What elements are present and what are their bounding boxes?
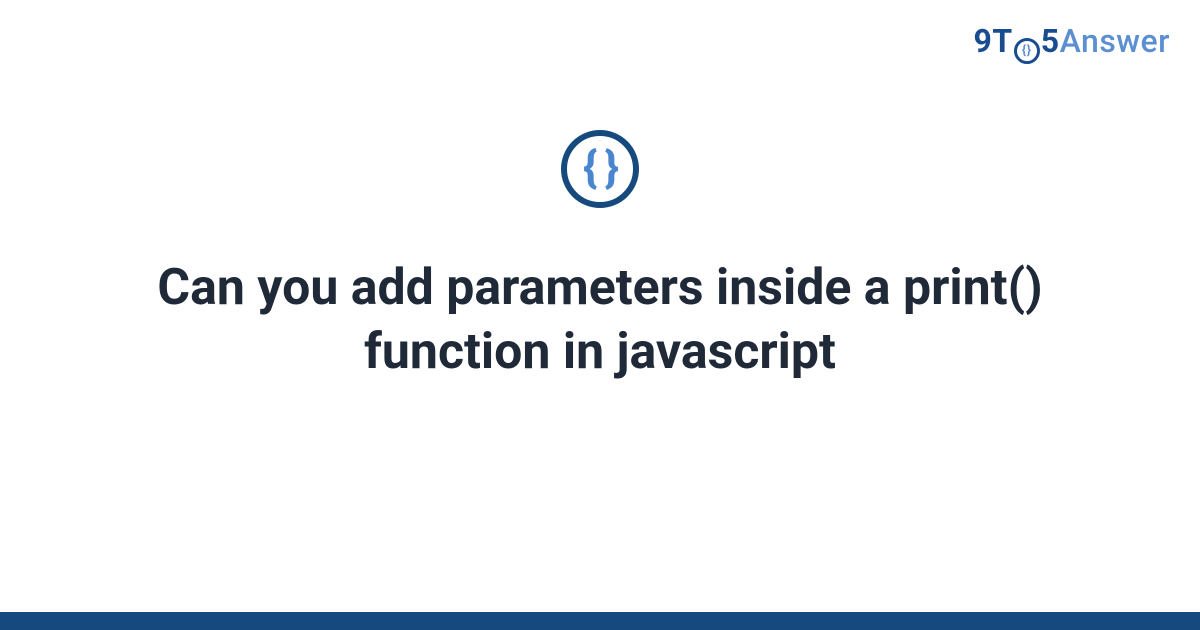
- footer-accent-bar: [0, 612, 1200, 630]
- brand-answer: Answer: [1060, 22, 1170, 60]
- brand-5: 5: [1041, 22, 1060, 60]
- brand-circle-icon: {}: [1014, 38, 1040, 64]
- brand-logo: 9T {} 5 Answer: [974, 22, 1170, 62]
- braces-glyph: { }: [583, 145, 617, 189]
- brand-9t: 9T: [974, 22, 1013, 60]
- question-title: Can you add parameters inside a print() …: [80, 256, 1120, 384]
- code-braces-icon: { }: [561, 130, 639, 208]
- content-area: { } Can you add parameters inside a prin…: [0, 130, 1200, 384]
